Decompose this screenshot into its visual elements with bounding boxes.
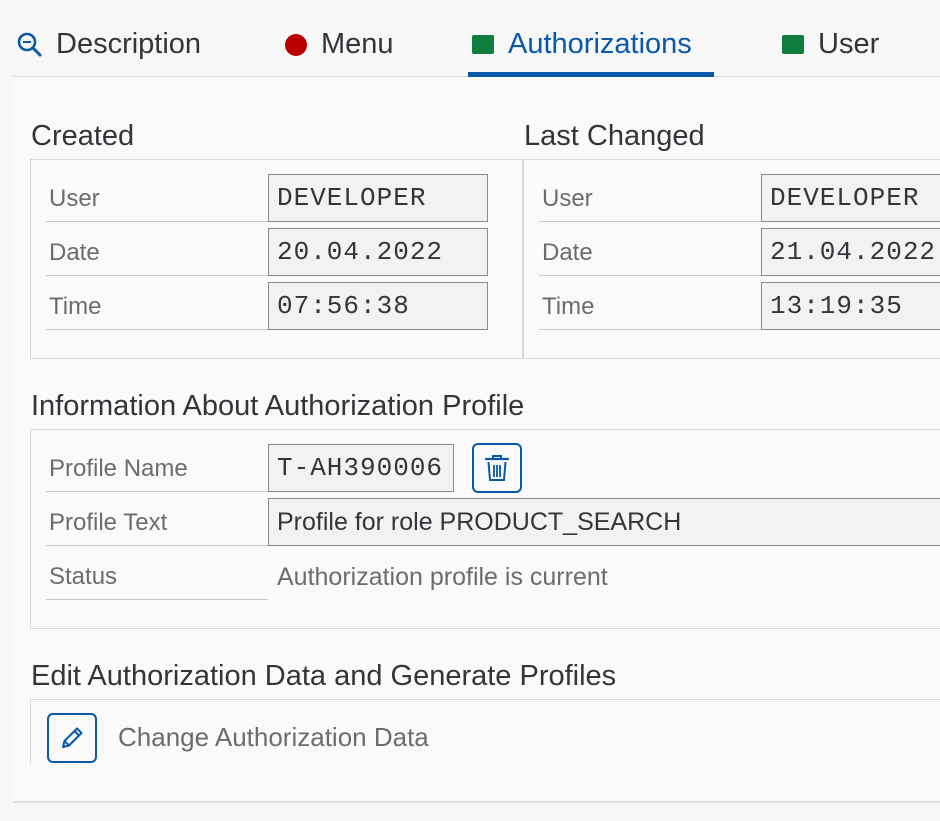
created-time-field[interactable]: 07:56:38 [268,282,488,330]
green-square-icon [782,35,804,54]
tab-menu-label: Menu [321,28,394,60]
profile-name-label: Profile Name [46,446,268,492]
last-changed-title: Last Changed [524,120,705,152]
profile-text-label: Profile Text [46,500,268,546]
delete-profile-button[interactable] [472,443,522,493]
edit-section-title: Edit Authorization Data and Generate Pro… [31,660,617,692]
created-user-field[interactable]: DEVELOPER [268,174,488,222]
last-changed-time-label: Time [539,284,761,330]
change-authorization-data-label[interactable]: Change Authorization Data [118,722,429,753]
last-changed-user-field[interactable]: DEVELOPER [761,174,940,222]
tab-authorizations-label: Authorizations [508,28,692,60]
tab-description-label: Description [56,28,202,60]
tab-authorizations[interactable]: Authorizations [472,22,692,78]
tab-user[interactable]: User [782,22,879,78]
pencil-icon [62,727,83,748]
trash-icon [484,455,510,481]
status-label: Status [46,554,268,600]
search-icon [17,32,42,57]
green-square-icon [472,35,494,54]
profile-info-title: Information About Authorization Profile [31,390,525,422]
created-date-field[interactable]: 20.04.2022 [268,228,488,276]
profile-name-field[interactable]: T-AH390006 [268,444,454,492]
created-time-label: Time [46,284,268,330]
last-changed-user-label: User [539,176,761,222]
created-date-label: Date [46,230,268,276]
red-circle-icon [285,34,307,56]
active-tab-indicator [468,72,714,77]
last-changed-date-label: Date [539,230,761,276]
status-value: Authorization profile is current [277,563,608,591]
change-authorization-data-button[interactable] [47,713,97,763]
last-changed-date-field[interactable]: 21.04.2022 [761,228,940,276]
tab-user-label: User [818,28,880,60]
created-user-label: User [46,176,268,222]
tab-description[interactable]: Description [16,22,201,78]
tab-menu[interactable]: Menu [285,22,394,78]
profile-text-field[interactable]: Profile for role PRODUCT_SEARCH [268,498,940,546]
last-changed-time-field[interactable]: 13:19:35 [761,282,940,330]
created-title: Created [31,120,135,152]
